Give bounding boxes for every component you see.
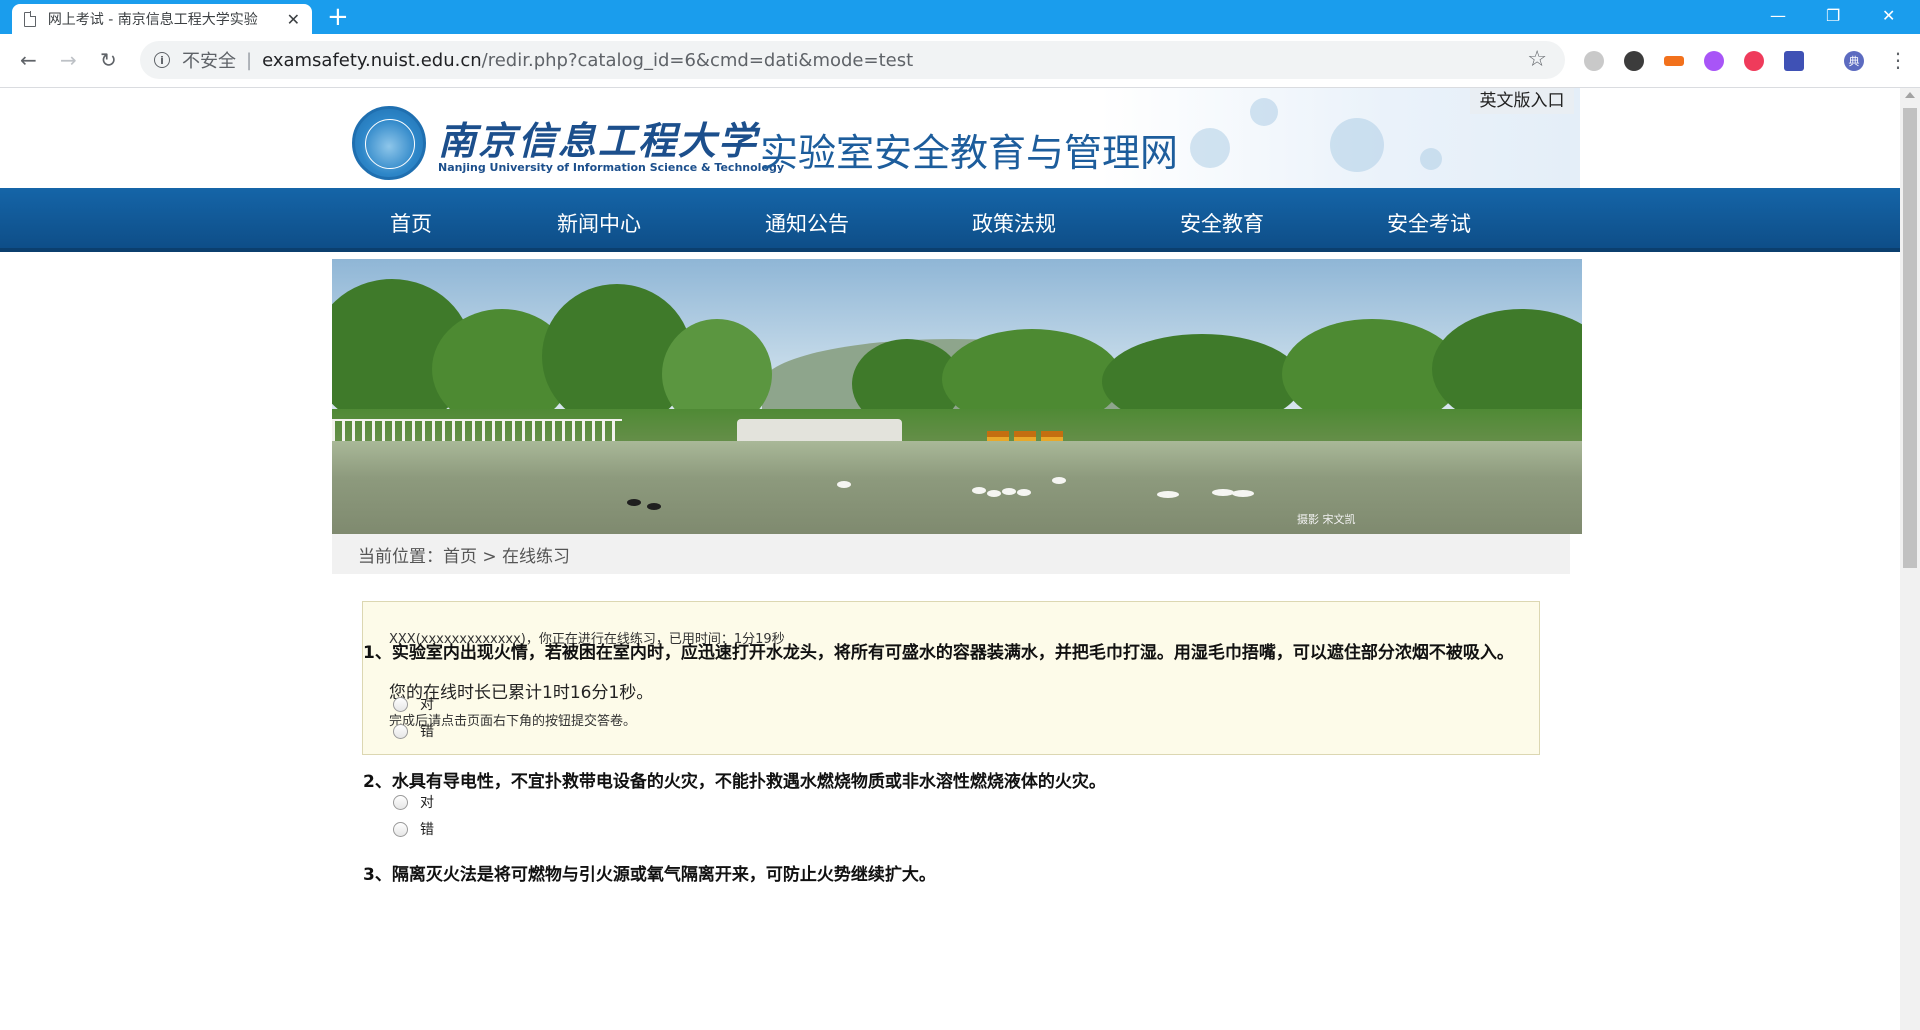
photo-credit: 摄影 宋文凯 <box>1297 513 1356 526</box>
back-button[interactable]: ← <box>20 48 37 72</box>
profile-avatar[interactable]: 典 <box>1844 51 1864 71</box>
nav-item-home[interactable]: 首页 <box>390 208 432 238</box>
option-label[interactable]: 错 <box>420 819 434 839</box>
nav-item-exam[interactable]: 安全考试 <box>1387 208 1471 238</box>
university-name-en: Nanjing University of Information Scienc… <box>438 161 785 174</box>
banner-swan <box>987 490 1001 497</box>
main-nav: 首页 新闻中心 通知公告 政策法规 安全教育 安全考试 <box>0 188 1900 252</box>
nav-item-education[interactable]: 安全教育 <box>1180 208 1264 238</box>
banner-swan <box>972 487 986 494</box>
option-label[interactable]: 对 <box>420 792 434 812</box>
url-separator: | <box>246 49 253 71</box>
english-version-link[interactable]: 英文版入口 <box>1470 88 1574 114</box>
site-title: 实验室安全教育与管理网 <box>760 131 1179 175</box>
university-seal-logo[interactable] <box>352 106 426 180</box>
banner-black-swan <box>627 499 641 506</box>
banner-lake <box>332 441 1582 534</box>
web-page: 南京信息工程大学 Nanjing University of Informati… <box>0 88 1900 1030</box>
security-label: 不安全 <box>182 51 236 72</box>
banner-bridge <box>737 419 902 441</box>
restore-button[interactable]: ❐ <box>1826 6 1840 25</box>
option-label[interactable]: 对 <box>420 694 434 714</box>
calendar-extension-icon[interactable] <box>1784 51 1804 71</box>
browser-tab-bar: 网上考试 - 南京信息工程大学实验 ✕ + — ❐ ✕ <box>0 0 1920 34</box>
close-window-button[interactable]: ✕ <box>1882 6 1895 25</box>
molecule-decoration <box>1190 128 1230 168</box>
question-1-text: 1、实验室内出现火情，若被困在室内时，应迅速打开水龙头，将所有可盛水的容器装满水… <box>363 643 1514 663</box>
tab-close-icon[interactable]: ✕ <box>287 10 300 29</box>
browser-toolbar: ← → ↻ i 不安全 | examsafety.nuist.edu.cn /r… <box>0 34 1920 88</box>
bookmark-star-icon[interactable]: ☆ <box>1527 47 1547 72</box>
site-header: 南京信息工程大学 Nanjing University of Informati… <box>0 88 1900 188</box>
molecule-decoration <box>1420 148 1442 170</box>
banner-swan <box>1232 490 1254 497</box>
nav-item-news[interactable]: 新闻中心 <box>557 208 641 238</box>
radio-button[interactable] <box>393 696 408 712</box>
orange-extension-icon[interactable] <box>1664 56 1684 66</box>
page-icon <box>24 11 37 27</box>
molecule-decoration <box>1330 118 1384 172</box>
address-bar[interactable]: i 不安全 | examsafety.nuist.edu.cn /redir.p… <box>140 41 1565 79</box>
minimize-button[interactable]: — <box>1770 6 1786 25</box>
campus-banner-image: 摄影 宋文凯 <box>332 259 1582 534</box>
banner-black-swan <box>647 503 661 510</box>
banner-swan <box>837 481 851 488</box>
nav-item-policy[interactable]: 政策法规 <box>972 208 1056 238</box>
translate-icon[interactable] <box>1584 51 1604 71</box>
browser-tab[interactable]: 网上考试 - 南京信息工程大学实验 ✕ <box>12 4 312 34</box>
nav-item-notices[interactable]: 通知公告 <box>765 208 849 238</box>
radio-button[interactable] <box>393 723 408 739</box>
banner-swan <box>1002 488 1016 495</box>
question-3-text: 3、隔离灭火法是将可燃物与引火源或氧气隔离开来，可防止火势继续扩大。 <box>363 865 936 885</box>
question-1-option-true[interactable]: 对 <box>393 694 434 714</box>
question-2-option-false[interactable]: 错 <box>393 819 434 839</box>
info-icon[interactable]: i <box>154 52 170 68</box>
scroll-thumb[interactable] <box>1903 108 1917 568</box>
banner-fence <box>332 419 622 441</box>
option-label[interactable]: 错 <box>420 721 434 741</box>
university-name-cn[interactable]: 南京信息工程大学 <box>438 110 758 165</box>
new-tab-button[interactable]: + <box>327 4 349 30</box>
exam-status-box: XXX(xxxxxxxxxxxxx)，你正在进行在线练习，已用时间：1分19秒 … <box>362 601 1540 755</box>
url-host: examsafety.nuist.edu.cn <box>262 49 482 71</box>
page-scrollbar[interactable] <box>1900 88 1920 1030</box>
scroll-up-arrow-icon[interactable] <box>1905 92 1915 98</box>
radio-button[interactable] <box>393 794 408 810</box>
banner-swan <box>1212 489 1234 496</box>
breadcrumb: 当前位置：首页 > 在线练习 <box>332 534 1570 574</box>
banner-swan <box>1052 477 1066 484</box>
question-2-option-true[interactable]: 对 <box>393 792 434 812</box>
red-extension-icon[interactable] <box>1744 51 1764 71</box>
question-1-option-false[interactable]: 错 <box>393 721 434 741</box>
reload-button[interactable]: ↻ <box>100 48 117 72</box>
molecule-decoration <box>1250 98 1278 126</box>
question-2-text: 2、水具有导电性，不宜扑救带电设备的火灾，不能扑救遇水燃烧物质或非水溶性燃烧液体… <box>363 772 1106 792</box>
forward-button[interactable]: → <box>60 48 77 72</box>
purple-extension-icon[interactable] <box>1704 51 1724 71</box>
banner-swan <box>1157 491 1179 498</box>
browser-extension-icon[interactable] <box>1624 51 1644 71</box>
banner-swan <box>1017 489 1031 496</box>
tab-title: 网上考试 - 南京信息工程大学实验 <box>47 12 258 28</box>
radio-button[interactable] <box>393 821 408 837</box>
menu-icon[interactable]: ⋮ <box>1888 48 1908 72</box>
url-path: /redir.php?catalog_id=6&cmd=dati&mode=te… <box>481 49 914 71</box>
